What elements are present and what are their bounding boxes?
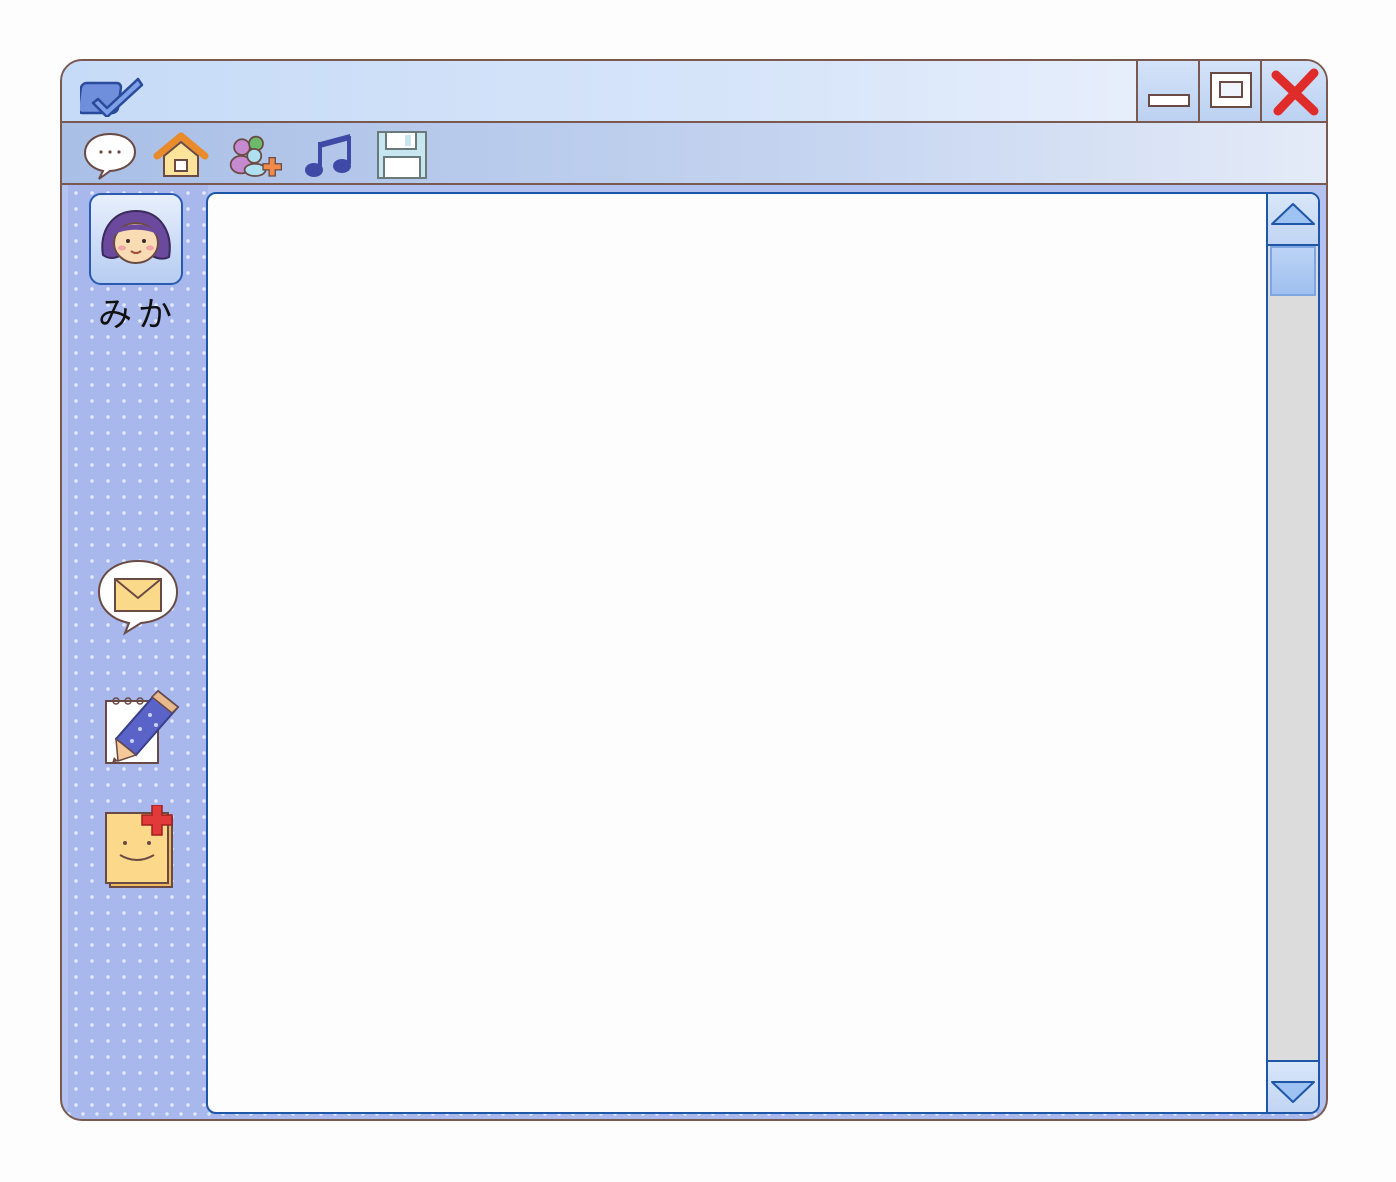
- close-icon: [1271, 68, 1319, 116]
- minimize-button[interactable]: [1136, 61, 1198, 121]
- add-contact-icon[interactable]: [228, 130, 284, 180]
- music-icon[interactable]: [302, 130, 358, 180]
- add-sticker-icon[interactable]: [102, 805, 182, 891]
- scroll-thumb[interactable]: [1270, 246, 1316, 296]
- notepad-pencil-icon[interactable]: [100, 685, 184, 769]
- save-icon[interactable]: [374, 130, 430, 180]
- vertical-scrollbar[interactable]: [1266, 194, 1318, 1112]
- arrow-down-icon: [1271, 1081, 1315, 1103]
- arrow-up-icon: [1271, 203, 1315, 225]
- content-area[interactable]: [206, 192, 1320, 1114]
- maximize-button[interactable]: [1198, 61, 1260, 121]
- avatar[interactable]: [89, 193, 183, 285]
- scroll-down-button[interactable]: [1268, 1060, 1318, 1112]
- maximize-icon: [1210, 72, 1252, 108]
- close-button[interactable]: [1260, 61, 1326, 121]
- app-window: みか: [60, 59, 1328, 1121]
- home-icon[interactable]: [153, 130, 209, 180]
- chat-bubble-icon[interactable]: [82, 130, 138, 180]
- girl-avatar-icon: [101, 209, 171, 264]
- minimize-icon: [1148, 94, 1190, 107]
- title-bar[interactable]: [62, 61, 1326, 123]
- scroll-up-button[interactable]: [1268, 194, 1318, 246]
- checkbox-icon: [80, 77, 144, 117]
- toolbar: [62, 123, 1326, 185]
- user-name: みか: [98, 295, 178, 335]
- sidebar: みか: [68, 185, 208, 1113]
- mail-bubble-icon[interactable]: [95, 557, 181, 639]
